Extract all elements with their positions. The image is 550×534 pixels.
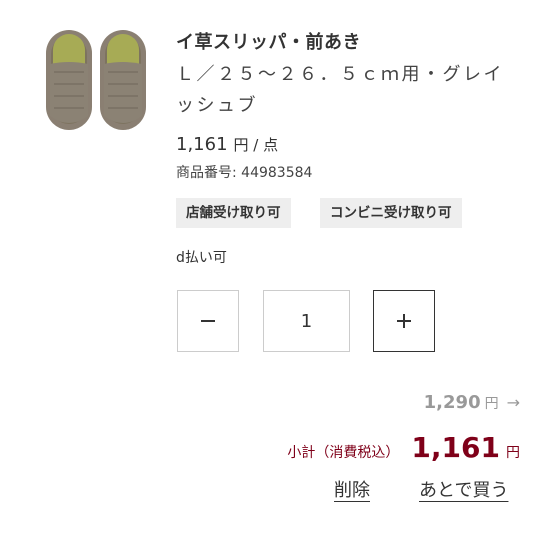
store-pickup-badge: 店舗受け取り可 [176,198,291,228]
increase-quantity-button[interactable] [373,290,435,352]
unit-price: 1,161 円 / 点 [176,134,278,155]
decrease-quantity-button[interactable] [177,290,239,352]
original-price: 1,290 円 → [424,392,520,413]
subtotal: 小計（消費税込） 1,161 円 [287,431,520,464]
payment-note: d払い可 [176,250,227,266]
original-price-amount: 1,290 [423,392,481,413]
plus-icon [397,314,411,328]
product-image [40,24,158,136]
product-title[interactable]: イ草スリッパ・前あき [176,28,361,54]
save-for-later-link[interactable]: あとで買う [419,476,508,502]
unit-price-amount: 1,161 [176,134,228,155]
minus-icon [201,320,215,322]
quantity-field[interactable]: 1 [263,290,350,352]
subtotal-unit: 円 [506,445,520,461]
product-variant: Ｌ／２５～２６．５ｃｍ用・グレイッシュブ [176,64,504,116]
convenience-pickup-badge: コンビニ受け取り可 [320,198,462,228]
slippers-icon [46,30,146,130]
subtotal-label: 小計（消費税込） [287,445,400,461]
product-number: 商品番号: 44983584 [176,165,313,181]
subtotal-amount: 1,161 [411,431,500,464]
arrow-right-icon: → [506,393,520,412]
delete-link[interactable]: 削除 [334,476,370,502]
original-price-unit: 円 [484,396,499,412]
unit-price-unit: 円 / 点 [233,136,279,154]
